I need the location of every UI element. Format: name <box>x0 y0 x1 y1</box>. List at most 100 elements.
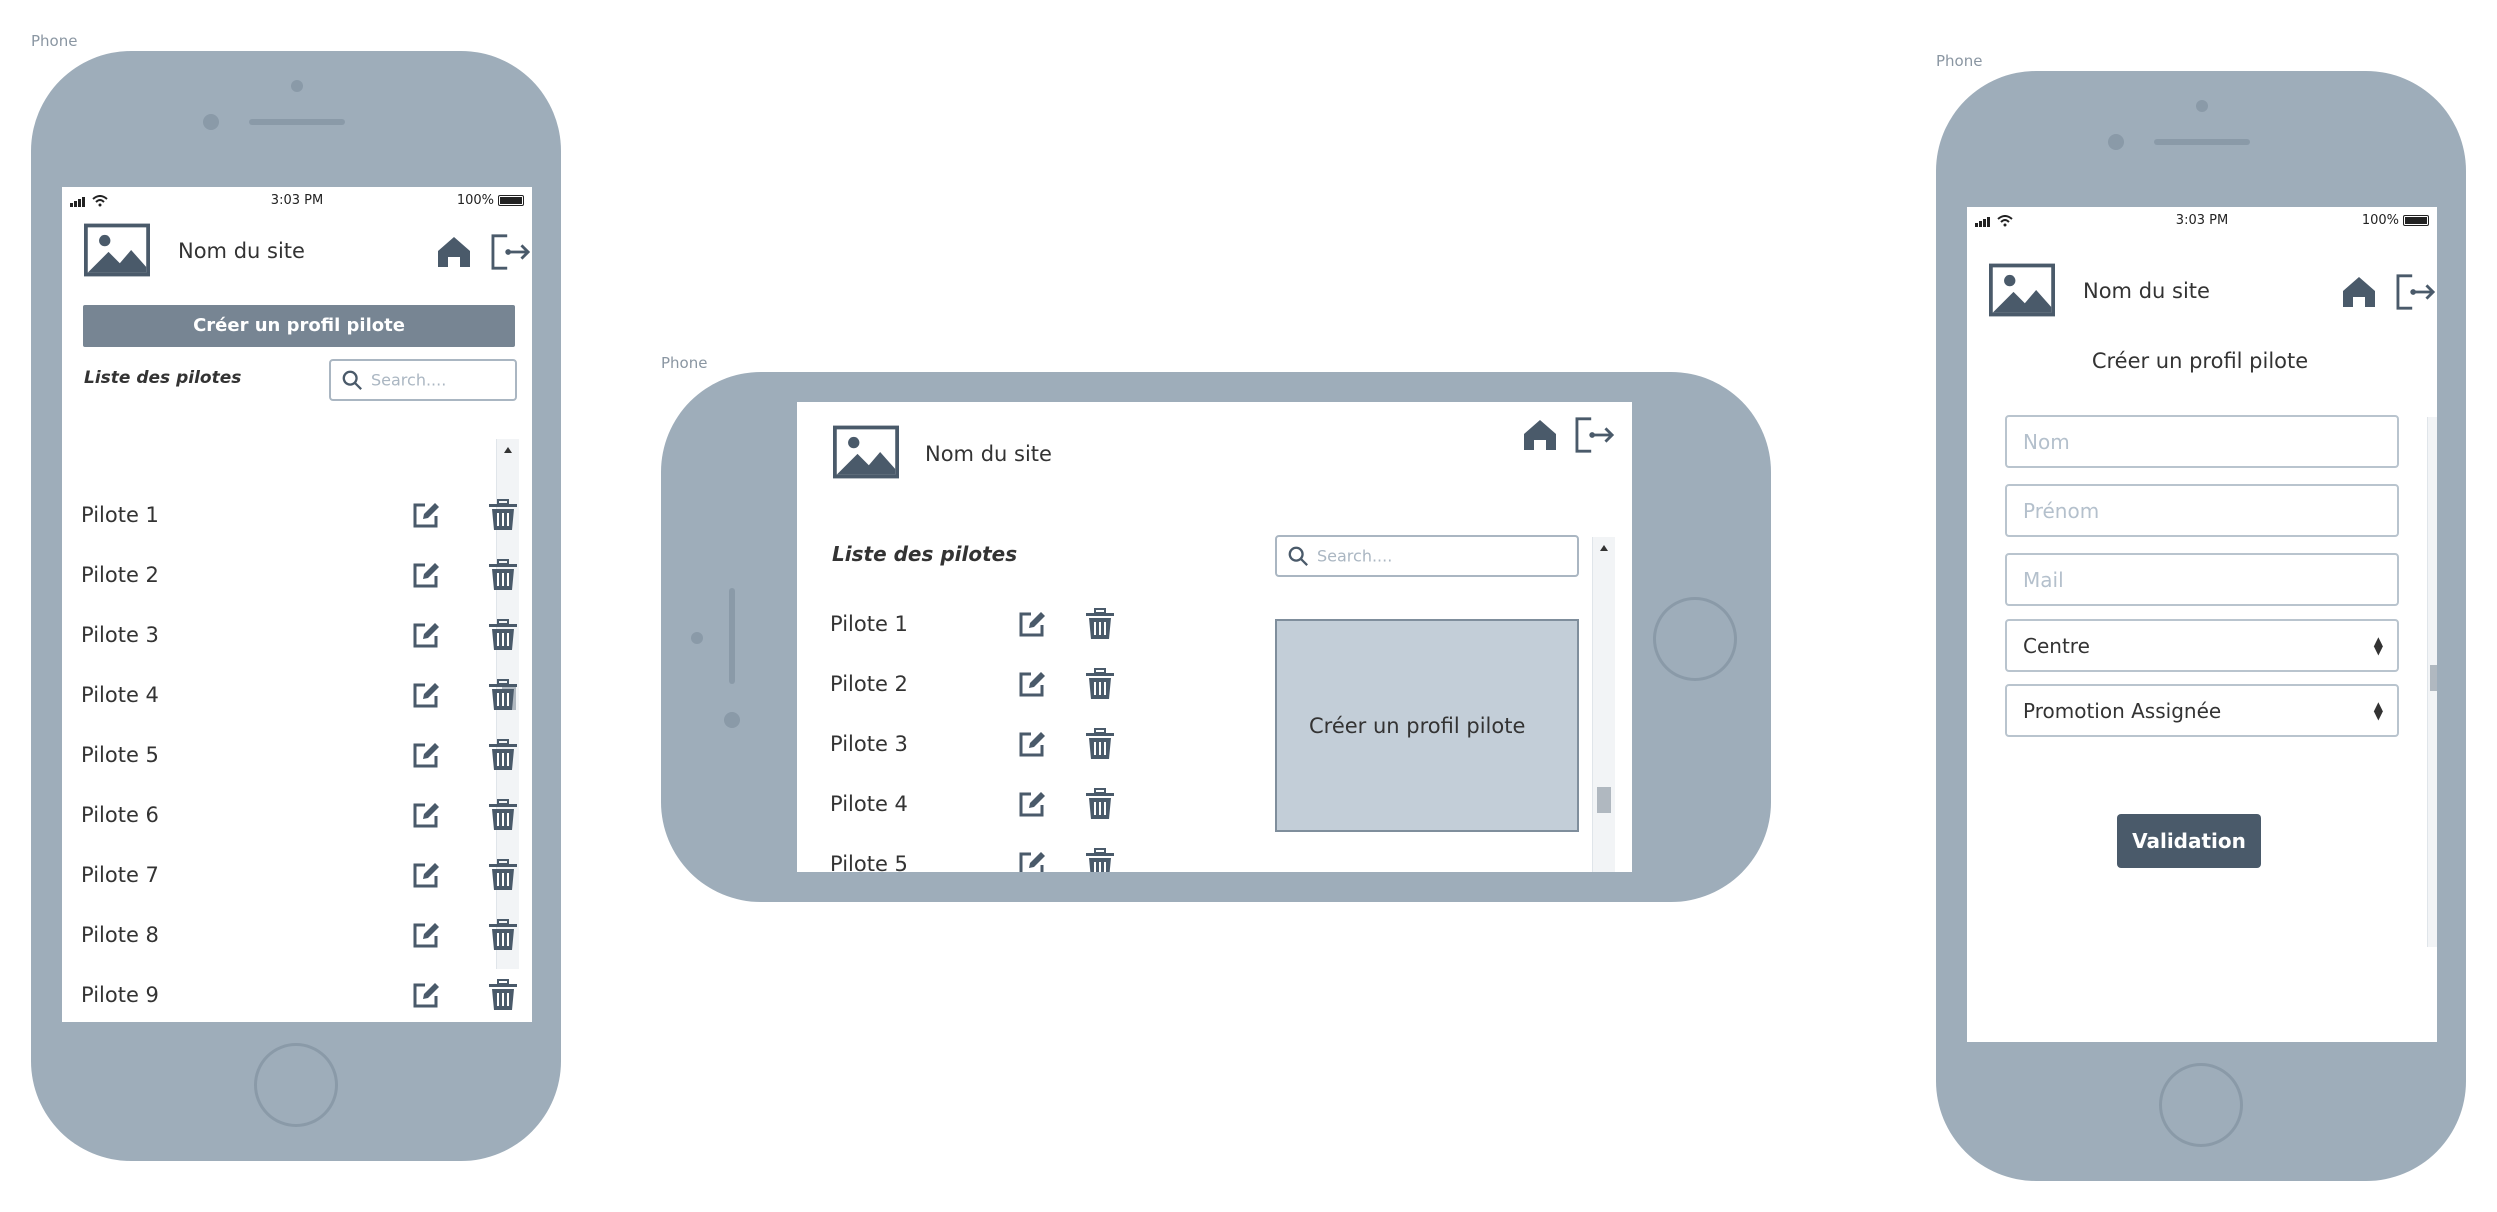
trash-icon[interactable] <box>488 559 518 591</box>
scrollbar-thumb[interactable] <box>2430 665 2437 691</box>
edit-icon[interactable] <box>1017 729 1047 759</box>
front-sensor <box>691 632 703 644</box>
frame-label-phone-3: Phone <box>1936 52 1983 70</box>
trash-icon[interactable] <box>1085 668 1115 700</box>
centre-select[interactable]: Centre ▲ ▼ <box>2005 619 2399 672</box>
scrollbar[interactable] <box>1592 537 1615 872</box>
centre-select-value: Centre <box>2023 633 2090 658</box>
pilot-name: Pilote 3 <box>830 732 908 756</box>
status-bar: 3:03 PM 100% <box>1967 207 2437 233</box>
prenom-field[interactable]: Prénom <box>2005 484 2399 537</box>
list-item: Pilote 1 <box>81 495 491 535</box>
image-placeholder-icon[interactable] <box>833 425 899 479</box>
edit-icon[interactable] <box>411 800 441 830</box>
search-icon <box>341 369 363 391</box>
mail-placeholder: Mail <box>2023 567 2064 592</box>
battery-icon <box>498 195 524 206</box>
scroll-up-arrow[interactable] <box>504 447 512 453</box>
logout-icon[interactable] <box>490 233 532 271</box>
phone-body-landscape: Nom du site Liste des pilotes Search....… <box>661 372 1771 902</box>
prenom-placeholder: Prénom <box>2023 498 2100 523</box>
edit-icon[interactable] <box>411 980 441 1010</box>
pilot-name: Pilote 1 <box>81 503 159 527</box>
screen: 3:03 PM 100% Nom du site Créer un profil… <box>62 187 532 1022</box>
phone-home-button[interactable] <box>254 1043 338 1127</box>
logout-icon[interactable] <box>2395 273 2437 311</box>
trash-icon[interactable] <box>488 859 518 891</box>
edit-icon[interactable] <box>411 680 441 710</box>
nom-field[interactable]: Nom <box>2005 415 2399 468</box>
promotion-select[interactable]: Promotion Assignée ▲ ▼ <box>2005 684 2399 737</box>
logout-icon[interactable] <box>1574 416 1616 454</box>
speaker <box>729 588 735 684</box>
edit-icon[interactable] <box>1017 789 1047 819</box>
search-placeholder: Search.... <box>1317 546 1393 566</box>
list-item: Pilote 4 <box>830 784 1150 824</box>
list-item: Pilote 1 <box>830 604 1150 644</box>
trash-icon[interactable] <box>1085 728 1115 760</box>
pilot-name: Pilote 2 <box>81 563 159 587</box>
create-pilot-button[interactable]: Créer un profil pilote <box>1275 619 1579 832</box>
frame-label-phone-2: Phone <box>661 354 708 372</box>
battery-icon <box>2403 215 2429 226</box>
edit-icon[interactable] <box>1017 849 1047 872</box>
promotion-select-value: Promotion Assignée <box>2023 698 2222 723</box>
front-camera <box>724 712 740 728</box>
edit-icon[interactable] <box>411 920 441 950</box>
form-title: Créer un profil pilote <box>2091 349 2309 373</box>
search-icon <box>1287 545 1309 567</box>
mail-field[interactable]: Mail <box>2005 553 2399 606</box>
create-pilot-label: Créer un profil pilote <box>1309 713 1526 738</box>
home-icon[interactable] <box>2341 275 2377 309</box>
pilot-name: Pilote 6 <box>81 803 159 827</box>
edit-icon[interactable] <box>1017 609 1047 639</box>
home-icon[interactable] <box>1522 418 1558 452</box>
site-name: Nom du site <box>2083 279 2210 303</box>
edit-icon[interactable] <box>411 500 441 530</box>
edit-icon[interactable] <box>411 560 441 590</box>
search-input[interactable]: Search.... <box>329 359 517 401</box>
edit-icon[interactable] <box>411 620 441 650</box>
edit-icon[interactable] <box>1017 669 1047 699</box>
trash-icon[interactable] <box>1085 608 1115 640</box>
screen: Nom du site Liste des pilotes Search....… <box>797 402 1632 872</box>
pilot-name: Pilote 4 <box>81 683 159 707</box>
trash-icon[interactable] <box>488 799 518 831</box>
site-name: Nom du site <box>925 442 1052 466</box>
list-item: Pilote 8 <box>81 915 491 955</box>
list-item: Pilote 5 <box>81 735 491 775</box>
scrollbar-thumb[interactable] <box>1597 787 1611 813</box>
trash-icon[interactable] <box>488 619 518 651</box>
image-placeholder-icon[interactable] <box>1989 263 2055 317</box>
list-title: Liste des pilotes <box>832 542 1018 566</box>
trash-icon[interactable] <box>488 679 518 711</box>
trash-icon[interactable] <box>488 919 518 951</box>
speaker <box>2154 139 2250 145</box>
edit-icon[interactable] <box>411 860 441 890</box>
trash-icon[interactable] <box>488 979 518 1011</box>
phone-home-button[interactable] <box>1653 597 1737 681</box>
scroll-up-arrow[interactable] <box>1600 545 1608 551</box>
list-item: Pilote 6 <box>81 795 491 835</box>
trash-icon[interactable] <box>488 739 518 771</box>
front-sensor <box>291 80 303 92</box>
site-name: Nom du site <box>178 239 305 263</box>
trash-icon[interactable] <box>488 499 518 531</box>
list-item: Pilote 3 <box>830 724 1150 764</box>
trash-icon[interactable] <box>1085 848 1115 872</box>
create-pilot-button[interactable]: Créer un profil pilote <box>83 305 515 347</box>
trash-icon[interactable] <box>1085 788 1115 820</box>
home-icon[interactable] <box>436 235 472 269</box>
screen: 3:03 PM 100% Nom du site Créer un profil… <box>1967 207 2437 1042</box>
list-title: Liste des pilotes <box>84 368 242 388</box>
validation-button[interactable]: Validation <box>2117 814 2261 868</box>
edit-icon[interactable] <box>411 740 441 770</box>
image-placeholder-icon[interactable] <box>84 223 150 277</box>
list-item: Pilote 2 <box>830 664 1150 704</box>
pilot-name: Pilote 3 <box>81 623 159 647</box>
battery-percent: 100% <box>456 193 494 208</box>
pilot-name: Pilote 5 <box>830 852 908 872</box>
scrollbar[interactable] <box>2427 417 2437 947</box>
search-input[interactable]: Search.... <box>1275 535 1579 577</box>
phone-home-button[interactable] <box>2159 1063 2243 1147</box>
